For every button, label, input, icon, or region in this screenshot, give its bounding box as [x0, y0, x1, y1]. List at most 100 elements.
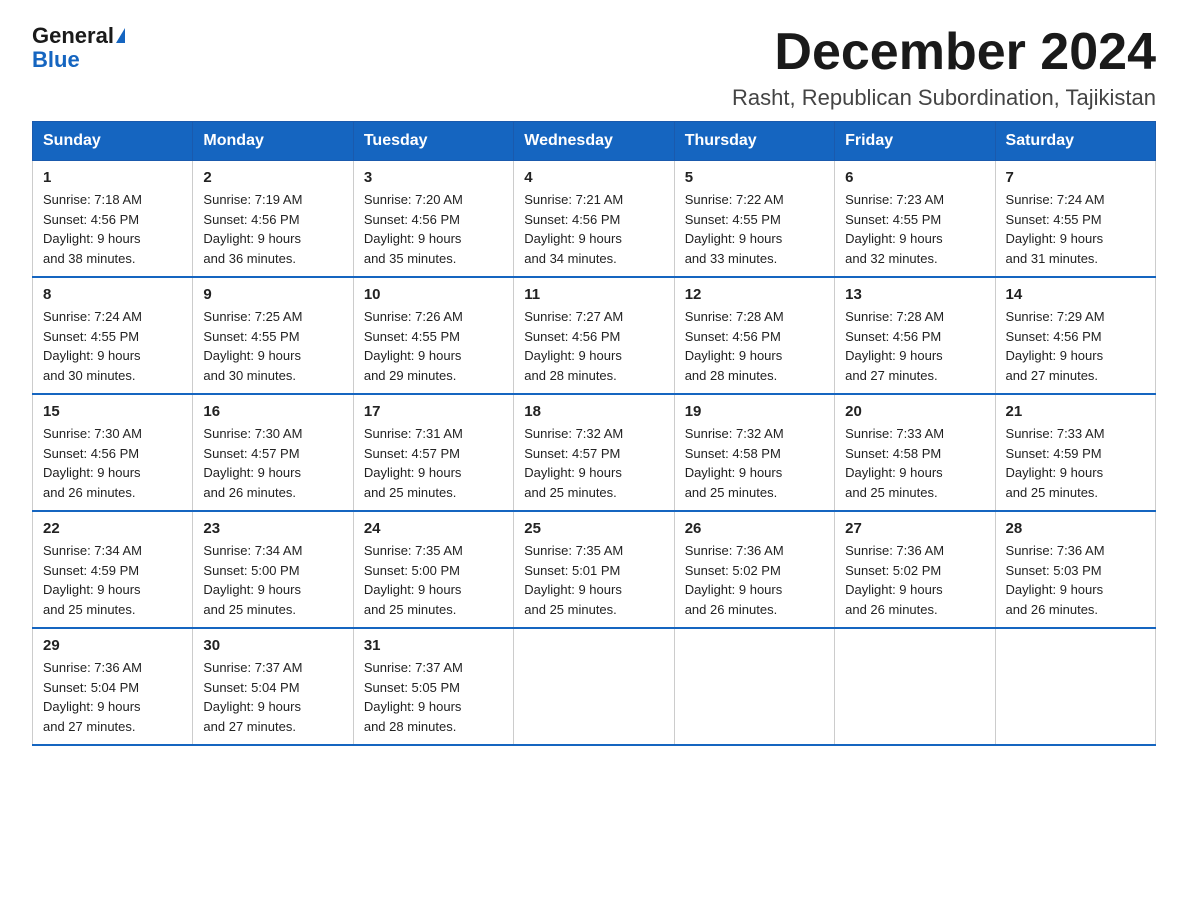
- calendar-cell: 22 Sunrise: 7:34 AMSunset: 4:59 PMDayligh…: [33, 511, 193, 628]
- day-number: 9: [203, 286, 342, 303]
- day-info: Sunrise: 7:32 AMSunset: 4:58 PMDaylight:…: [685, 424, 824, 502]
- calendar-cell: 13 Sunrise: 7:28 AMSunset: 4:56 PMDayligh…: [835, 277, 995, 394]
- day-number: 31: [364, 637, 503, 654]
- day-info: Sunrise: 7:35 AMSunset: 5:00 PMDaylight:…: [364, 541, 503, 619]
- day-number: 2: [203, 169, 342, 186]
- day-info: Sunrise: 7:30 AMSunset: 4:57 PMDaylight:…: [203, 424, 342, 502]
- day-number: 13: [845, 286, 984, 303]
- calendar-table: SundayMondayTuesdayWednesdayThursdayFrid…: [32, 121, 1156, 746]
- weekday-header-row: SundayMondayTuesdayWednesdayThursdayFrid…: [33, 122, 1156, 161]
- day-info: Sunrise: 7:36 AMSunset: 5:03 PMDaylight:…: [1006, 541, 1145, 619]
- calendar-cell: 19 Sunrise: 7:32 AMSunset: 4:58 PMDayligh…: [674, 394, 834, 511]
- calendar-cell: 29 Sunrise: 7:36 AMSunset: 5:04 PMDayligh…: [33, 628, 193, 745]
- calendar-cell: 28Sunrise: 7:36 AMSunset: 5:03 PMDayligh…: [995, 511, 1155, 628]
- day-number: 11: [524, 286, 663, 303]
- day-info: Sunrise: 7:25 AMSunset: 4:55 PMDaylight:…: [203, 307, 342, 385]
- calendar-cell: 10Sunrise: 7:26 AMSunset: 4:55 PMDayligh…: [353, 277, 513, 394]
- day-info: Sunrise: 7:30 AMSunset: 4:56 PMDaylight:…: [43, 424, 182, 502]
- calendar-cell: 5 Sunrise: 7:22 AMSunset: 4:55 PMDaylight…: [674, 161, 834, 278]
- day-info: Sunrise: 7:33 AMSunset: 4:59 PMDaylight:…: [1006, 424, 1145, 502]
- weekday-header-thursday: Thursday: [674, 122, 834, 161]
- day-number: 10: [364, 286, 503, 303]
- day-info: Sunrise: 7:36 AMSunset: 5:02 PMDaylight:…: [845, 541, 984, 619]
- calendar-cell: 25 Sunrise: 7:35 AMSunset: 5:01 PMDayligh…: [514, 511, 674, 628]
- day-info: Sunrise: 7:31 AMSunset: 4:57 PMDaylight:…: [364, 424, 503, 502]
- day-info: Sunrise: 7:19 AMSunset: 4:56 PMDaylight:…: [203, 190, 342, 268]
- day-number: 29: [43, 637, 182, 654]
- calendar-week-5: 29 Sunrise: 7:36 AMSunset: 5:04 PMDayligh…: [33, 628, 1156, 745]
- day-info: Sunrise: 7:36 AMSunset: 5:04 PMDaylight:…: [43, 658, 182, 736]
- day-number: 8: [43, 286, 182, 303]
- day-info: Sunrise: 7:35 AMSunset: 5:01 PMDaylight:…: [524, 541, 663, 619]
- day-number: 4: [524, 169, 663, 186]
- day-number: 12: [685, 286, 824, 303]
- calendar-cell: 4 Sunrise: 7:21 AMSunset: 4:56 PMDaylight…: [514, 161, 674, 278]
- calendar-cell: 20Sunrise: 7:33 AMSunset: 4:58 PMDayligh…: [835, 394, 995, 511]
- title-block: December 2024 Rasht, Republican Subordin…: [732, 24, 1156, 111]
- calendar-week-1: 1Sunrise: 7:18 AMSunset: 4:56 PMDaylight…: [33, 161, 1156, 278]
- calendar-cell: 2 Sunrise: 7:19 AMSunset: 4:56 PMDaylight…: [193, 161, 353, 278]
- calendar-cell: 16 Sunrise: 7:30 AMSunset: 4:57 PMDayligh…: [193, 394, 353, 511]
- day-number: 21: [1006, 403, 1145, 420]
- calendar-cell: 9 Sunrise: 7:25 AMSunset: 4:55 PMDaylight…: [193, 277, 353, 394]
- day-number: 6: [845, 169, 984, 186]
- calendar-cell: 26Sunrise: 7:36 AMSunset: 5:02 PMDayligh…: [674, 511, 834, 628]
- calendar-cell: 6 Sunrise: 7:23 AMSunset: 4:55 PMDaylight…: [835, 161, 995, 278]
- calendar-week-4: 22 Sunrise: 7:34 AMSunset: 4:59 PMDayligh…: [33, 511, 1156, 628]
- day-number: 19: [685, 403, 824, 420]
- calendar-cell: [674, 628, 834, 745]
- day-info: Sunrise: 7:32 AMSunset: 4:57 PMDaylight:…: [524, 424, 663, 502]
- day-info: Sunrise: 7:24 AMSunset: 4:55 PMDaylight:…: [1006, 190, 1145, 268]
- day-info: Sunrise: 7:20 AMSunset: 4:56 PMDaylight:…: [364, 190, 503, 268]
- day-number: 3: [364, 169, 503, 186]
- day-info: Sunrise: 7:37 AMSunset: 5:04 PMDaylight:…: [203, 658, 342, 736]
- calendar-cell: 17 Sunrise: 7:31 AMSunset: 4:57 PMDayligh…: [353, 394, 513, 511]
- logo: General Blue: [32, 24, 125, 72]
- day-number: 27: [845, 520, 984, 537]
- day-info: Sunrise: 7:28 AMSunset: 4:56 PMDaylight:…: [845, 307, 984, 385]
- calendar-subtitle: Rasht, Republican Subordination, Tajikis…: [732, 85, 1156, 111]
- logo-blue: Blue: [32, 47, 80, 72]
- calendar-week-3: 15Sunrise: 7:30 AMSunset: 4:56 PMDayligh…: [33, 394, 1156, 511]
- calendar-cell: [835, 628, 995, 745]
- calendar-cell: 3 Sunrise: 7:20 AMSunset: 4:56 PMDaylight…: [353, 161, 513, 278]
- calendar-cell: 7 Sunrise: 7:24 AMSunset: 4:55 PMDaylight…: [995, 161, 1155, 278]
- day-number: 17: [364, 403, 503, 420]
- day-number: 23: [203, 520, 342, 537]
- calendar-title: December 2024: [732, 24, 1156, 81]
- day-info: Sunrise: 7:34 AMSunset: 5:00 PMDaylight:…: [203, 541, 342, 619]
- day-info: Sunrise: 7:27 AMSunset: 4:56 PMDaylight:…: [524, 307, 663, 385]
- calendar-cell: 12 Sunrise: 7:28 AMSunset: 4:56 PMDayligh…: [674, 277, 834, 394]
- weekday-header-saturday: Saturday: [995, 122, 1155, 161]
- calendar-cell: 23 Sunrise: 7:34 AMSunset: 5:00 PMDayligh…: [193, 511, 353, 628]
- day-info: Sunrise: 7:24 AMSunset: 4:55 PMDaylight:…: [43, 307, 182, 385]
- day-info: Sunrise: 7:34 AMSunset: 4:59 PMDaylight:…: [43, 541, 182, 619]
- calendar-cell: 1Sunrise: 7:18 AMSunset: 4:56 PMDaylight…: [33, 161, 193, 278]
- day-number: 14: [1006, 286, 1145, 303]
- day-number: 1: [43, 169, 182, 186]
- day-info: Sunrise: 7:28 AMSunset: 4:56 PMDaylight:…: [685, 307, 824, 385]
- day-info: Sunrise: 7:23 AMSunset: 4:55 PMDaylight:…: [845, 190, 984, 268]
- calendar-cell: 24 Sunrise: 7:35 AMSunset: 5:00 PMDayligh…: [353, 511, 513, 628]
- day-info: Sunrise: 7:37 AMSunset: 5:05 PMDaylight:…: [364, 658, 503, 736]
- day-number: 22: [43, 520, 182, 537]
- calendar-cell: [514, 628, 674, 745]
- day-number: 24: [364, 520, 503, 537]
- day-number: 7: [1006, 169, 1145, 186]
- calendar-cell: 21 Sunrise: 7:33 AMSunset: 4:59 PMDayligh…: [995, 394, 1155, 511]
- day-number: 26: [685, 520, 824, 537]
- weekday-header-friday: Friday: [835, 122, 995, 161]
- day-info: Sunrise: 7:33 AMSunset: 4:58 PMDaylight:…: [845, 424, 984, 502]
- day-info: Sunrise: 7:21 AMSunset: 4:56 PMDaylight:…: [524, 190, 663, 268]
- weekday-header-tuesday: Tuesday: [353, 122, 513, 161]
- day-number: 25: [524, 520, 663, 537]
- calendar-cell: 31 Sunrise: 7:37 AMSunset: 5:05 PMDayligh…: [353, 628, 513, 745]
- day-info: Sunrise: 7:22 AMSunset: 4:55 PMDaylight:…: [685, 190, 824, 268]
- calendar-cell: [995, 628, 1155, 745]
- day-number: 16: [203, 403, 342, 420]
- calendar-cell: 8 Sunrise: 7:24 AMSunset: 4:55 PMDaylight…: [33, 277, 193, 394]
- calendar-cell: 27 Sunrise: 7:36 AMSunset: 5:02 PMDayligh…: [835, 511, 995, 628]
- weekday-header-wednesday: Wednesday: [514, 122, 674, 161]
- logo-general: General: [32, 24, 114, 48]
- day-number: 5: [685, 169, 824, 186]
